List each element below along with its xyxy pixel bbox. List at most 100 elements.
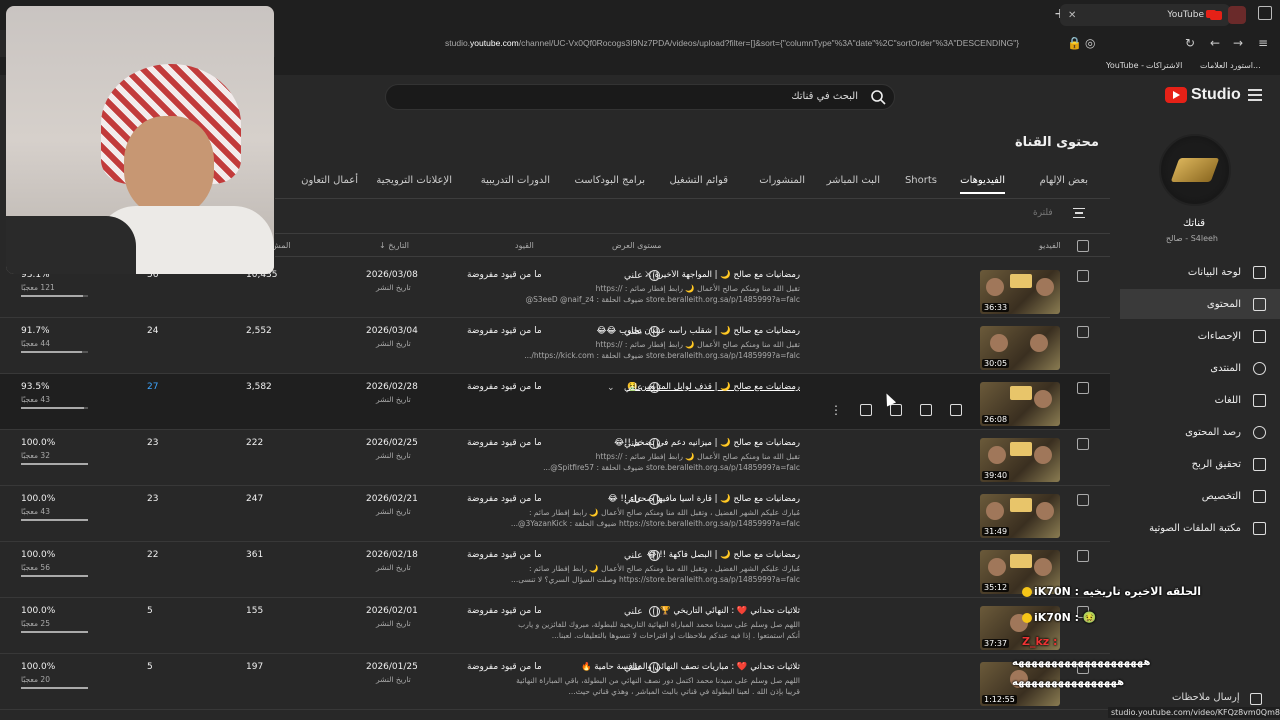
studio-logo[interactable]: Studio — [1165, 86, 1241, 104]
youtube-view-icon[interactable] — [860, 404, 872, 416]
thumb-face — [1034, 446, 1052, 464]
row-checkbox[interactable] — [1077, 326, 1089, 338]
more-options-icon[interactable]: ⋮ — [830, 404, 842, 416]
video-thumbnail[interactable]: 39:40 — [980, 438, 1060, 482]
back-icon[interactable]: ← — [1210, 36, 1220, 50]
table-row[interactable]: 30:05 رمضانيات مع صالح 🌙 | شقلب راسه عشا… — [0, 318, 1110, 374]
visibility-cell[interactable]: علني — [624, 494, 660, 505]
comments-cell[interactable]: 23 — [147, 494, 158, 504]
tab-videos[interactable]: الفيديوهات — [960, 175, 1005, 194]
filter-input[interactable]: فلترة — [1033, 208, 1053, 218]
date-label: تاريخ النشر — [376, 451, 411, 460]
reload-icon[interactable]: ↻ — [1185, 36, 1195, 50]
bookmark-subscriptions[interactable]: الاشتراكات — [1146, 61, 1182, 70]
table-row[interactable]: 31:49 رمضانيات مع صالح 🌙 | قارة آسيا ماف… — [0, 486, 1110, 542]
sidebar-item-copyright[interactable]: رصد المحتوى — [1120, 417, 1280, 447]
tab-shorts[interactable]: Shorts — [905, 175, 937, 186]
visibility-cell[interactable]: علني — [624, 326, 660, 337]
visibility-cell[interactable]: علني — [624, 438, 660, 449]
comments-cell[interactable]: 5 — [147, 662, 153, 672]
date-cell: 2026/02/25 — [366, 438, 418, 448]
row-checkbox[interactable] — [1077, 550, 1089, 562]
chevron-down-icon[interactable]: ⌄ — [607, 383, 615, 393]
filter-icon[interactable] — [1073, 208, 1085, 218]
table-row[interactable]: 1:12:55 ثلاثيات تحداني ❤️ : مباريات نصف … — [0, 654, 1110, 710]
like-ratio-fill — [21, 687, 88, 689]
tab-posts[interactable]: المنشورات — [759, 175, 805, 186]
video-duration: 39:40 — [982, 471, 1010, 480]
sidebar-item-content[interactable]: المحتوى — [1120, 289, 1280, 319]
sidebar-item-languages[interactable]: اللغات — [1120, 385, 1280, 415]
tab-playlists[interactable]: قوائم التشغيل — [669, 175, 728, 186]
comments-cell[interactable]: 22 — [147, 550, 158, 560]
send-feedback-link[interactable]: إرسال ملاحظات — [1172, 692, 1240, 703]
forward-icon[interactable]: → — [1233, 36, 1243, 50]
restrictions-cell: ما من قيود مفروضة — [467, 438, 542, 448]
video-thumbnail[interactable]: 36:33 — [980, 270, 1060, 314]
visibility-cell[interactable]: علني — [624, 550, 660, 561]
likes-count: 43 معجبًا — [21, 507, 50, 516]
search-input[interactable]: البحث في قناتك — [385, 84, 895, 110]
shield-icon[interactable]: ◎ — [1085, 36, 1095, 50]
comments-icon[interactable] — [890, 404, 902, 416]
sidebar-item-analytics[interactable]: الإحصاءات — [1120, 321, 1280, 351]
browser-tab[interactable]: YouTube ✕ — [1060, 4, 1230, 26]
search-icon[interactable] — [870, 89, 886, 105]
bookmark-import[interactable]: استورد العلامات... — [1200, 61, 1261, 70]
lock-icon[interactable]: 🔒 — [1067, 36, 1082, 50]
tab-inspiration[interactable]: بعض الإلهام — [1040, 175, 1088, 186]
visibility-cell[interactable]: علني — [624, 606, 660, 617]
channel-avatar[interactable] — [1159, 134, 1231, 206]
tab-podcasts[interactable]: برامج البودكاست — [574, 175, 645, 186]
restrictions-cell: ما من قيود مفروضة — [467, 662, 542, 672]
sidebar-item-dashboard[interactable]: لوحة البيانات — [1120, 257, 1280, 287]
menu-dots-icon[interactable]: ≡ — [1258, 36, 1268, 50]
feedback-icon[interactable] — [1250, 693, 1262, 705]
like-ratio-fill — [21, 575, 88, 577]
column-date[interactable]: ↓ التاريخ — [379, 241, 409, 250]
table-row[interactable]: 26:08 رمضانيات مع صالح 🌙 | قذف لوابل الم… — [0, 374, 1110, 430]
video-thumbnail[interactable]: 30:05 — [980, 326, 1060, 370]
sidebar-item-customization[interactable]: التخصيص — [1120, 481, 1280, 511]
column-visibility[interactable]: مستوى العرض — [612, 241, 661, 250]
sidebar-item-label: المحتوى — [1206, 298, 1241, 310]
row-checkbox[interactable] — [1077, 382, 1089, 394]
comments-cell[interactable]: 24 — [147, 326, 158, 336]
visibility-cell[interactable]: علني — [624, 382, 660, 393]
address-bar[interactable]: studio.youtube.com/channel/UC-Vx0Qf0Roco… — [275, 30, 1280, 57]
sidebar-item-community[interactable]: المنتدى — [1120, 353, 1280, 383]
bookmark-youtube[interactable]: YouTube - — [1106, 61, 1144, 70]
tab-promotions[interactable]: الإعلانات الترويجية — [376, 175, 452, 186]
table-row[interactable]: 39:40 رمضانيات مع صالح 🌙 | ميزانيه دعم ف… — [0, 430, 1110, 486]
comments-cell[interactable]: 27 — [147, 382, 158, 392]
tab-live[interactable]: البث المباشر — [827, 175, 880, 186]
sidebar-toggle-icon[interactable] — [1258, 6, 1272, 20]
chat-message: iK70N : الحلقه الاخيره تاريخيه — [1022, 585, 1201, 598]
url-text[interactable]: studio.youtube.com/channel/UC-Vx0Qf0Roco… — [445, 38, 1019, 48]
close-tab-icon[interactable]: ✕ — [1068, 10, 1076, 21]
table-row[interactable]: 37:37 ثلاثيات تحداني ❤️ : النهائي التاري… — [0, 598, 1110, 654]
select-all-checkbox[interactable] — [1077, 240, 1089, 252]
video-thumbnail[interactable]: 26:08 — [980, 382, 1060, 426]
video-thumbnail[interactable]: 31:49 — [980, 494, 1060, 538]
video-duration: 30:05 — [982, 359, 1010, 368]
views-cell: 197 — [246, 662, 264, 672]
tab-collaborations[interactable]: أعمال التعاون — [301, 175, 358, 186]
hamburger-menu-icon[interactable] — [1248, 89, 1262, 101]
table-row[interactable]: 35:12 رمضانيات مع صالح 🌙 | البصل فاكهة !… — [0, 542, 1110, 598]
visibility-cell[interactable]: علني — [624, 662, 660, 673]
edit-pencil-icon[interactable] — [950, 404, 962, 416]
comments-cell[interactable]: 5 — [147, 606, 153, 616]
likes-count: 20 معجبًا — [21, 675, 50, 684]
visibility-cell[interactable]: علني — [624, 270, 660, 281]
sidebar-item-audio-library[interactable]: مكتبة الملفات الصوتية — [1120, 513, 1280, 543]
sidebar-item-earn[interactable]: تحقيق الربح — [1120, 449, 1280, 479]
youtube-extension-icon[interactable] — [1206, 10, 1216, 18]
recording-extension-icon[interactable] — [1228, 6, 1246, 24]
row-checkbox[interactable] — [1077, 494, 1089, 506]
tab-courses[interactable]: الدورات التدريبية — [481, 175, 550, 186]
analytics-icon[interactable] — [920, 404, 932, 416]
comments-cell[interactable]: 23 — [147, 438, 158, 448]
row-checkbox[interactable] — [1077, 438, 1089, 450]
row-checkbox[interactable] — [1077, 270, 1089, 282]
